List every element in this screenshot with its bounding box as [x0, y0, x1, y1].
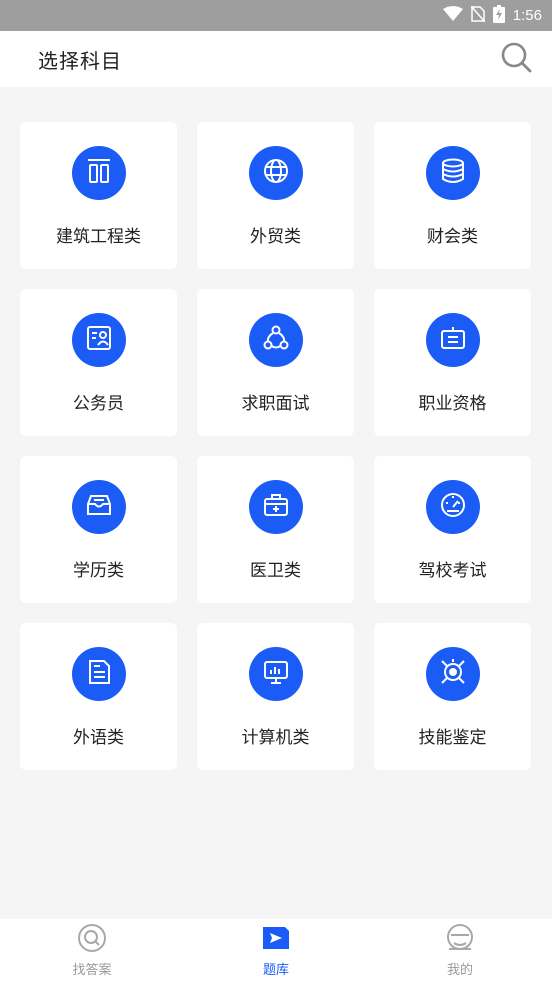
category-label: 医卫类 [250, 561, 301, 581]
category-card[interactable]: 医卫类 [197, 456, 354, 603]
category-card[interactable]: 外贸类 [197, 122, 354, 269]
coins-stack-icon [439, 157, 467, 189]
category-icon-badge [71, 647, 126, 701]
category-label: 驾校考试 [418, 561, 487, 581]
category-icon-badge [71, 146, 126, 200]
category-label: 外贸类 [250, 227, 301, 247]
category-card[interactable]: 财会类 [374, 122, 531, 269]
category-card[interactable]: 建筑工程类 [20, 122, 177, 269]
monitor-chart-icon [262, 658, 290, 690]
tab-label: 找答案 [72, 962, 112, 978]
play-flag-icon [261, 923, 291, 957]
category-card[interactable]: 公务员 [20, 289, 177, 436]
category-card[interactable]: 外语类 [20, 623, 177, 770]
category-card[interactable]: 求职面试 [197, 289, 354, 436]
category-label: 财会类 [427, 227, 478, 247]
category-icon-badge [425, 146, 480, 200]
badge-icon [439, 324, 467, 356]
search-icon [500, 41, 532, 77]
profile-icon [445, 923, 475, 957]
columns-icon [85, 157, 113, 189]
category-label: 技能鉴定 [418, 728, 487, 748]
category-label: 建筑工程类 [56, 227, 141, 247]
wifi-icon [442, 5, 463, 26]
status-bar: 1:56 [0, 0, 552, 31]
category-label: 计算机类 [241, 728, 310, 748]
category-icon-badge [71, 480, 126, 534]
category-icon-badge [248, 146, 303, 200]
speedometer-icon [439, 491, 467, 523]
category-label: 职业资格 [418, 394, 487, 414]
category-card[interactable]: 计算机类 [197, 623, 354, 770]
category-icon-badge [248, 647, 303, 701]
tab-question-bank[interactable]: 题库 [216, 923, 336, 978]
search-answer-icon [77, 923, 107, 957]
tab-label: 我的 [446, 962, 473, 978]
category-icon-badge [248, 313, 303, 367]
category-card[interactable]: 驾校考试 [374, 456, 531, 603]
globe-icon [262, 157, 290, 189]
category-icon-badge [425, 647, 480, 701]
target-icon [439, 658, 467, 690]
search-button[interactable] [500, 41, 532, 77]
bottom-tab-bar: 找答案 题库 我的 [0, 919, 552, 981]
tab-label: 题库 [262, 962, 289, 978]
network-icon [262, 324, 290, 356]
tab-find-answer[interactable]: 找答案 [32, 923, 152, 978]
category-grid: 建筑工程类 外贸类 财会类 公务员 求职面试 职业资格 学历类 医卫类 驾校考试… [20, 122, 532, 770]
category-label: 求职面试 [241, 394, 310, 414]
app-header: 选择科目 [0, 31, 552, 87]
category-icon-badge [425, 480, 480, 534]
document-icon [85, 658, 113, 690]
clock-time: 1:56 [512, 7, 542, 24]
battery-charging-icon [492, 4, 505, 27]
category-card[interactable]: 技能鉴定 [374, 623, 531, 770]
category-card[interactable]: 学历类 [20, 456, 177, 603]
no-sim-icon [470, 5, 486, 26]
inbox-icon [85, 491, 113, 523]
category-label: 公务员 [73, 394, 124, 414]
page-title: 选择科目 [38, 48, 122, 73]
medical-kit-icon [262, 491, 290, 523]
category-icon-badge [71, 313, 126, 367]
category-card[interactable]: 职业资格 [374, 289, 531, 436]
category-label: 外语类 [73, 728, 124, 748]
tab-profile[interactable]: 我的 [400, 923, 520, 978]
id-card-icon [85, 324, 113, 356]
category-icon-badge [425, 313, 480, 367]
category-icon-badge [248, 480, 303, 534]
category-label: 学历类 [73, 561, 124, 581]
